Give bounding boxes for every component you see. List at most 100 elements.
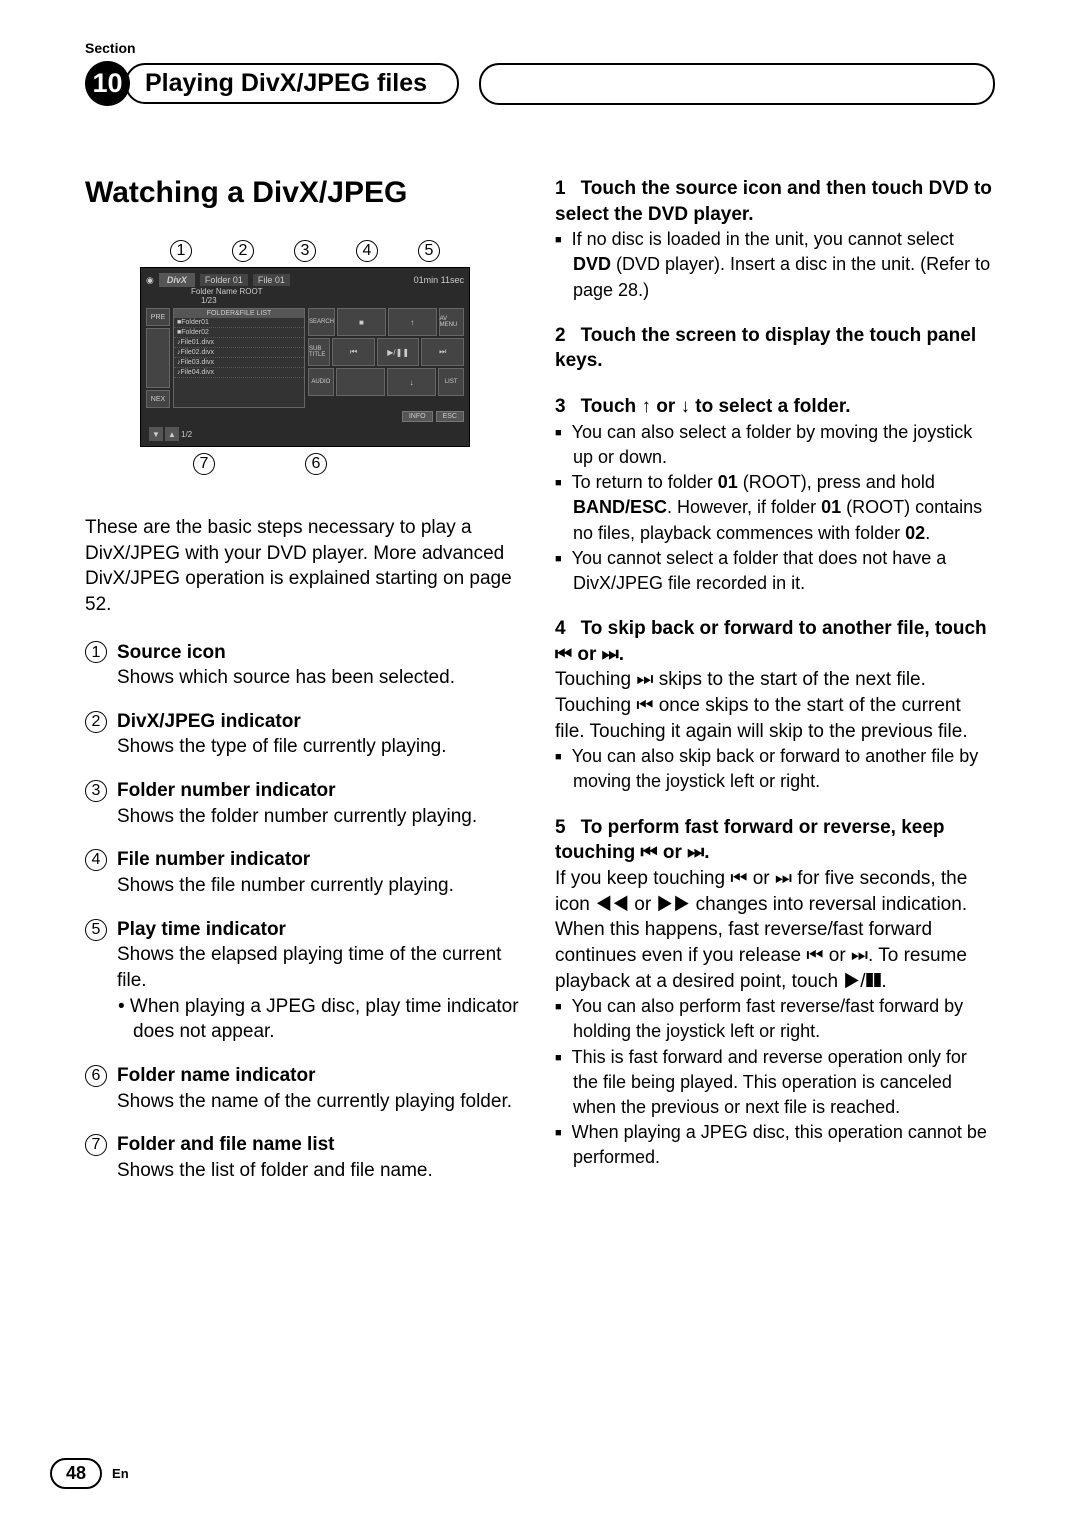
step-1: 1Touch the source icon and then touch DV… [555, 176, 995, 303]
item-title: File number indicator [117, 847, 310, 873]
subtitle-btn-icon: SUB TITLE [308, 338, 330, 366]
item-title: Folder name indicator [117, 1063, 315, 1089]
intro-paragraph: These are the basic steps necessary to p… [85, 515, 525, 618]
step-num: 5 [555, 817, 566, 838]
item-title: Folder number indicator [117, 778, 336, 804]
esc-btn-icon: ESC [436, 411, 464, 422]
section-title-pill: Playing DivX/JPEG files [125, 63, 459, 104]
callout-1: 1 [170, 240, 192, 262]
step-2: 2Touch the screen to display the touch p… [555, 323, 995, 374]
prev-track-icon: ⏮ [332, 338, 375, 366]
item-title: Folder and file name list [117, 1132, 335, 1158]
list-item: ♪File03.divx [174, 358, 304, 368]
list-btn-icon: LIST [438, 368, 464, 396]
file-indicator: File 01 [253, 274, 290, 286]
count-indicator: 1/23 [146, 296, 464, 305]
list-item: ♪File04.divx [174, 368, 304, 378]
step-num: 3 [555, 396, 566, 417]
next-page-btn: NEX [146, 390, 170, 408]
item-desc: Shows which source has been selected. [85, 665, 525, 691]
callout-6: 6 [305, 453, 327, 475]
play-pause-icon: ▶/❚❚ [377, 338, 420, 366]
search-btn-icon: SEARCH [308, 308, 335, 336]
list-item: ♪File02.divx [174, 348, 304, 358]
spacer-btn [336, 368, 385, 396]
file-list-header: FOLDER&FILE LIST [174, 309, 304, 318]
step-title-text: Touch ↑ or ↓ to select a folder. [581, 396, 851, 417]
item-title: Source icon [117, 640, 226, 666]
item-num: 4 [85, 849, 107, 871]
step-note: If no disc is loaded in the unit, you ca… [555, 227, 995, 303]
step-title-text: To skip back or forward to another file,… [555, 618, 987, 665]
step-title-text: To perform fast forward or reverse, keep… [555, 817, 945, 864]
item-num: 5 [85, 919, 107, 941]
callout-5: 5 [418, 240, 440, 262]
list-item: ♪File01.divx [174, 338, 304, 348]
page-indicator: 1/2 [181, 430, 192, 439]
step-note: You cannot select a folder that does not… [555, 546, 995, 596]
list-item: ■Folder02 [174, 328, 304, 338]
up-btn-icon: ↑ [388, 308, 437, 336]
step-note: You can also select a folder by moving t… [555, 420, 995, 470]
indicator-item-7: 7Folder and file name list Shows the lis… [85, 1132, 525, 1183]
left-column: Watching a DivX/JPEG 1 2 3 4 5 ◉ DivX Fo… [85, 176, 525, 1201]
step-num: 2 [555, 325, 566, 346]
page-number: 48 [50, 1458, 102, 1489]
item-title: DivX/JPEG indicator [117, 709, 301, 735]
item-desc: Shows the file number currently playing. [85, 873, 525, 899]
avmenu-btn-icon: AV MENU [439, 308, 464, 336]
device-screen-mock: ◉ DivX Folder 01 File 01 01min 11sec Fol… [140, 267, 470, 447]
step-title-text: Touch the source icon and then touch DVD… [555, 178, 992, 225]
callout-3: 3 [294, 240, 316, 262]
callout-4: 4 [356, 240, 378, 262]
step-4: 4To skip back or forward to another file… [555, 616, 995, 795]
step-body: If you keep touching ⏮ or ⏭ for five sec… [555, 866, 995, 994]
sidebar-spacer [146, 328, 170, 388]
info-btn-icon: INFO [402, 411, 433, 422]
diagram-screenshot: 1 2 3 4 5 ◉ DivX Folder 01 File 01 01min… [140, 240, 470, 475]
item-desc: Shows the folder number currently playin… [85, 804, 525, 830]
item-num: 6 [85, 1065, 107, 1087]
language-indicator: En [112, 1466, 129, 1481]
section-title: Playing DivX/JPEG files [145, 69, 427, 98]
item-title: Play time indicator [117, 917, 286, 943]
item-num: 1 [85, 641, 107, 663]
callout-7: 7 [193, 453, 215, 475]
main-heading: Watching a DivX/JPEG [85, 176, 525, 210]
item-desc: Shows the type of file currently playing… [85, 734, 525, 760]
indicator-item-4: 4 File number indicator Shows the file nu… [85, 847, 525, 898]
page-footer: 48 En [50, 1458, 129, 1489]
up-arrow-icon: ▲ [165, 427, 179, 441]
step-num: 4 [555, 618, 566, 639]
time-indicator: 01min 11sec [414, 275, 464, 285]
step-title-text: Touch the screen to display the touch pa… [555, 325, 976, 372]
step-note: This is fast forward and reverse operati… [555, 1045, 995, 1121]
down-btn-icon: ↓ [387, 368, 436, 396]
item-desc: Shows the name of the currently playing … [85, 1089, 525, 1115]
audio-btn-icon: AUDIO [308, 368, 334, 396]
folder-name-row: Folder Name ROOT [146, 287, 464, 296]
indicator-item-6: 6 Folder name indicator Shows the name of… [85, 1063, 525, 1114]
header-empty-pill [479, 63, 995, 105]
section-label: Section [85, 40, 995, 56]
indicator-item-3: 3 Folder number indicator Shows the folde… [85, 778, 525, 829]
callout-2: 2 [232, 240, 254, 262]
item-num: 3 [85, 780, 107, 802]
step-num: 1 [555, 178, 566, 199]
step-3: 3 Touch ↑ or ↓ to select a folder. You ca… [555, 394, 995, 596]
indicator-item-5: 5 Play time indicator Shows the elapsed p… [85, 917, 525, 1045]
item-sub-note: • When playing a JPEG disc, play time in… [85, 994, 525, 1045]
item-desc: Shows the list of folder and file name. [85, 1158, 525, 1184]
disc-icon: ◉ [146, 275, 154, 286]
indicator-item-2: 2 DivX/JPEG indicator Shows the type of f… [85, 709, 525, 760]
item-desc: Shows the elapsed playing time of the cu… [85, 942, 525, 993]
item-num: 2 [85, 711, 107, 733]
step-5: 5To perform fast forward or reverse, kee… [555, 815, 995, 1171]
section-number-badge: 10 [85, 61, 130, 106]
stop-btn-icon: ■ [337, 308, 386, 336]
down-arrow-icon: ▼ [149, 427, 163, 441]
step-note: You can also skip back or forward to ano… [555, 744, 995, 794]
step-body: Touching ⏭ skips to the start of the nex… [555, 667, 995, 744]
header-row: 10 Playing DivX/JPEG files [85, 61, 995, 106]
step-note: When playing a JPEG disc, this operation… [555, 1120, 995, 1170]
